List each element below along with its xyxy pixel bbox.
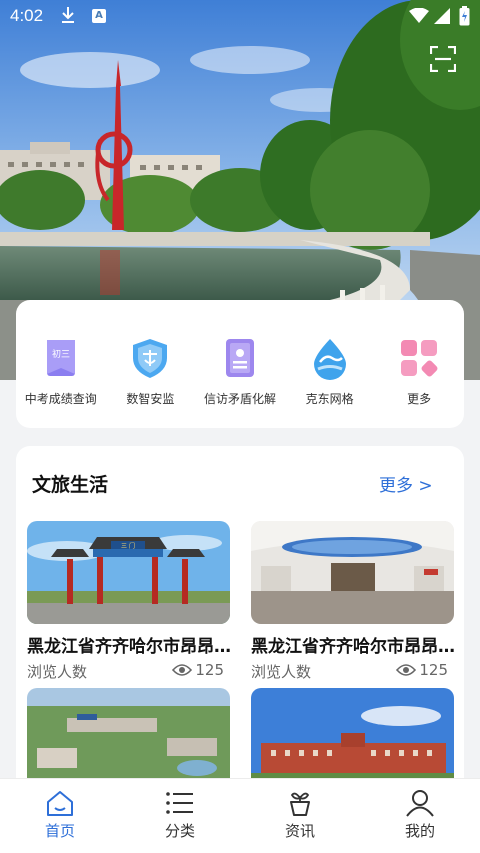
- card-image-red-building: [251, 688, 454, 791]
- grid-apps-icon: [401, 340, 438, 377]
- download-icon: [60, 6, 76, 28]
- card-image-archway: 三 门: [27, 521, 230, 624]
- eye-icon: [172, 664, 193, 676]
- shield-icon: [133, 339, 168, 378]
- nav-label: 首页: [44, 822, 75, 840]
- views-count: 125: [419, 661, 448, 679]
- card-title: 黑龙江省齐齐哈尔市昂昂溪区: [251, 637, 456, 657]
- nav-news[interactable]: 资讯: [240, 779, 360, 853]
- card-title: 黑龙江省齐齐哈尔市昂昂溪区: [27, 637, 232, 657]
- signal-icon: [432, 7, 450, 29]
- quick-link-label: 中考成绩查询: [24, 392, 97, 406]
- views-label: 浏览人数: [27, 663, 88, 681]
- culture-card[interactable]: 黑龙江省齐齐哈尔市昂昂溪区 浏览人数 125: [251, 521, 456, 685]
- quick-link-more[interactable]: 更多: [374, 336, 464, 428]
- quick-link-exam-score[interactable]: 初三 中考成绩查询: [16, 336, 106, 428]
- quick-link-label: 信访矛盾化解: [203, 392, 276, 406]
- quick-link-grid[interactable]: 克东网格: [285, 336, 375, 428]
- exam-book-icon: 初三: [46, 340, 75, 376]
- nav-label: 资讯: [284, 822, 315, 840]
- petition-doc-icon: [225, 339, 254, 377]
- user-icon: [406, 790, 434, 817]
- quick-link-petition[interactable]: 信访矛盾化解: [195, 336, 285, 428]
- scan-icon[interactable]: [429, 45, 457, 73]
- plant-pot-icon: [290, 792, 310, 816]
- svg-text:初三: 初三: [52, 348, 70, 360]
- culture-card[interactable]: [251, 688, 454, 791]
- culture-card[interactable]: 三 门 黑龙江省齐齐哈尔市昂昂溪区 浏览人数 125: [27, 521, 232, 685]
- culture-section: 文旅生活 更多 > 三 门 黑龙江省齐齐哈尔市昂昂溪区 浏览人数 125 黑龙江…: [16, 446, 464, 806]
- list-icon: [166, 792, 193, 814]
- nav-profile[interactable]: 我的: [360, 779, 480, 853]
- quick-links-card: 初三 中考成绩查询 数智安监 信访矛盾化解 克东网格 更多: [16, 300, 464, 428]
- battery-icon: [459, 6, 470, 30]
- nav-category[interactable]: 分类: [120, 779, 240, 853]
- accessibility-badge-icon: A: [92, 9, 106, 23]
- quick-link-label: 克东网格: [305, 392, 354, 406]
- bottom-nav: 首页 分类 资讯 我的: [0, 778, 480, 853]
- culture-card[interactable]: [27, 688, 230, 791]
- quick-link-safety-supervision[interactable]: 数智安监: [106, 336, 196, 428]
- card-image-hall: [251, 521, 454, 624]
- section-title: 文旅生活: [32, 474, 109, 496]
- wifi-icon: [409, 7, 429, 28]
- card-image-aerial-campus: [27, 688, 230, 791]
- water-drop-icon: [313, 339, 346, 380]
- status-bar: 4:02 A: [0, 0, 480, 34]
- quick-link-label: 数智安监: [126, 392, 175, 406]
- views-count: 125: [195, 661, 224, 679]
- nav-label: 分类: [164, 822, 195, 840]
- gate-plaque-text: 三 门: [121, 542, 135, 550]
- nav-label: 我的: [404, 822, 435, 840]
- eye-icon: [396, 664, 417, 676]
- quick-link-label: 更多: [407, 392, 432, 406]
- views-label: 浏览人数: [251, 663, 312, 681]
- nav-home[interactable]: 首页: [0, 779, 120, 853]
- section-more-link[interactable]: 更多 >: [379, 471, 433, 496]
- status-time: 4:02: [10, 6, 44, 25]
- home-icon: [47, 791, 73, 816]
